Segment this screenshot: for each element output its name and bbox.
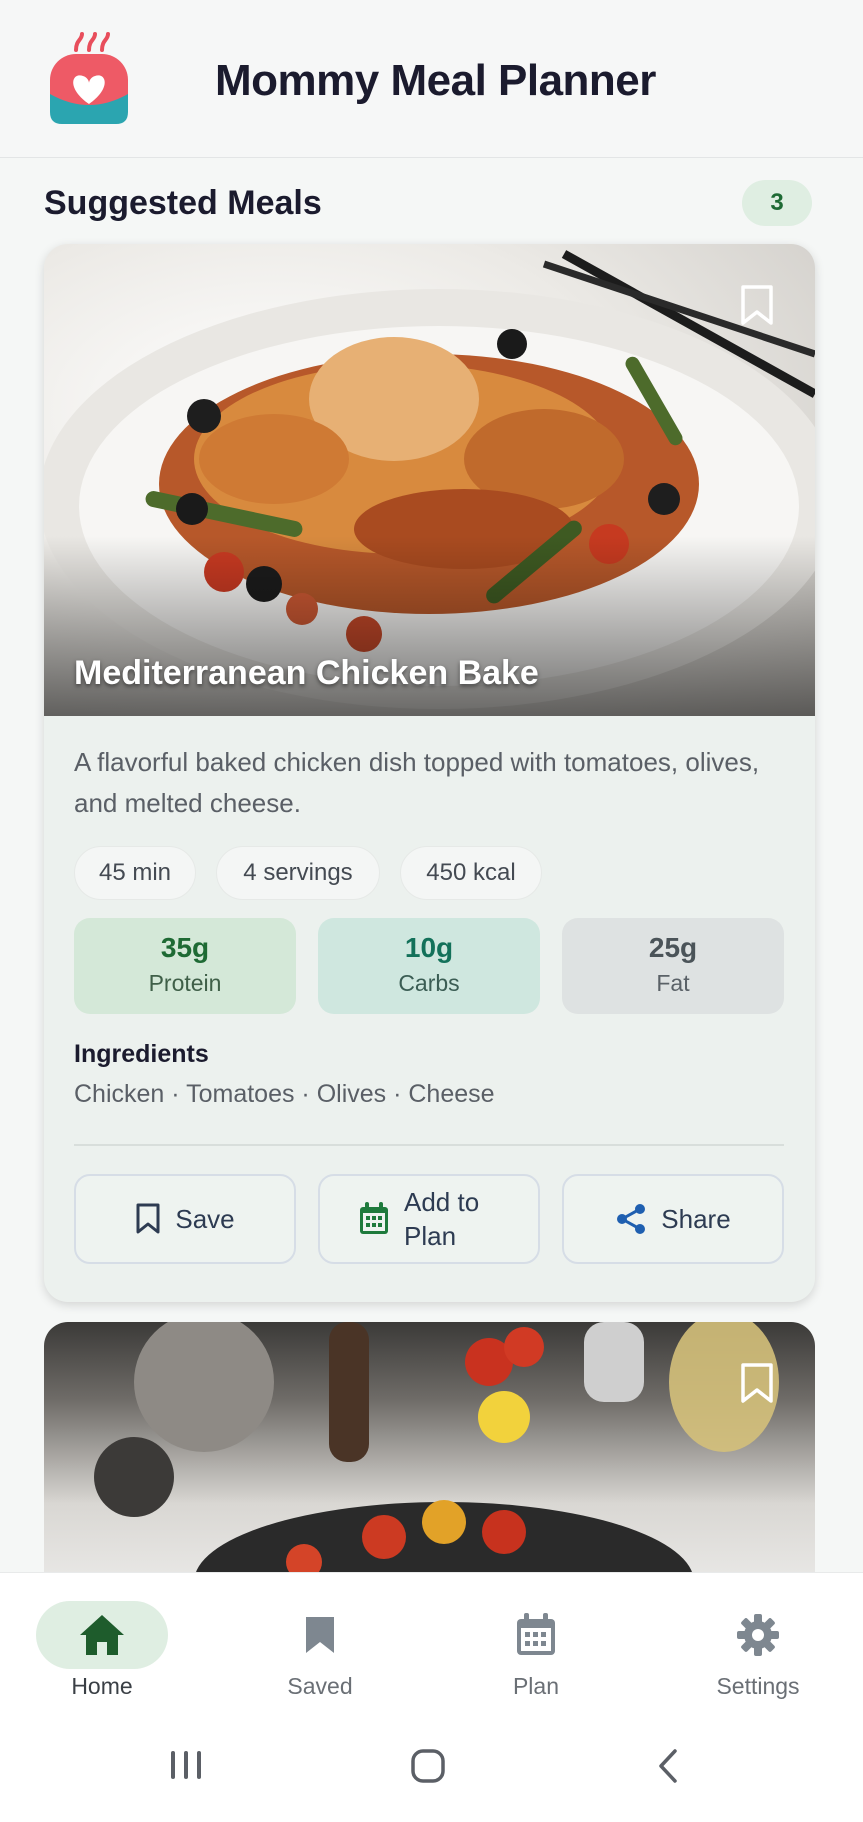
- app-title: Mommy Meal Planner: [215, 56, 656, 105]
- bookmark-icon: [306, 1617, 334, 1653]
- servings-chip: 4 servings: [216, 846, 380, 900]
- nav-item-settings[interactable]: Settings: [658, 1573, 858, 1723]
- nav-item-plan[interactable]: Plan: [436, 1573, 636, 1723]
- back-icon[interactable]: [656, 1748, 680, 1784]
- recent-apps-icon[interactable]: [168, 1748, 204, 1782]
- nav-label-settings: Settings: [716, 1673, 800, 1699]
- meal-count-badge: 3: [742, 180, 812, 226]
- nav-label-saved: Saved: [287, 1673, 353, 1699]
- add-to-plan-label: Add to Plan: [404, 1187, 480, 1251]
- time-chip: 45 min: [74, 846, 196, 900]
- nav-home-pill: [36, 1601, 168, 1669]
- home-system-icon[interactable]: [410, 1748, 446, 1784]
- meal-photo: [94, 1322, 779, 1582]
- app-header: Mommy Meal Planner: [0, 0, 863, 158]
- macro-fat-value: 25g: [648, 932, 698, 963]
- save-button[interactable]: Save: [74, 1174, 296, 1264]
- add-to-plan-button[interactable]: Add to Plan: [318, 1174, 540, 1264]
- macro-protein: 35g Protein: [74, 918, 296, 1014]
- ingredients-heading: Ingredients: [74, 1040, 209, 1068]
- meal-card[interactable]: Mediterranean Chicken Bake A flavorful b…: [44, 244, 815, 1302]
- macro-carbs-value: 10g: [404, 932, 454, 963]
- nav-label-home: Home: [71, 1673, 133, 1699]
- nav-label-plan: Plan: [512, 1673, 560, 1699]
- macro-carbs-label: Carbs: [398, 970, 460, 996]
- meal-title: Mediterranean Chicken Bake: [74, 654, 539, 692]
- gear-icon: [737, 1614, 779, 1656]
- calendar-icon: [517, 1613, 555, 1655]
- bookmark-outline-icon: [136, 1203, 160, 1234]
- heart-bowl-logo-icon: [50, 32, 128, 124]
- ingredients-list: Chicken · Tomatoes · Olives · Cheese: [74, 1080, 495, 1108]
- macro-fat: 25g Fat: [562, 918, 784, 1014]
- share-button-label: Share: [661, 1204, 731, 1234]
- bookmark-icon[interactable]: [739, 284, 775, 326]
- save-button-label: Save: [175, 1204, 235, 1234]
- meal-image: Mediterranean Chicken Bake: [44, 244, 815, 716]
- card-divider: [74, 1144, 784, 1146]
- calendar-icon: [360, 1202, 388, 1234]
- macro-fat-label: Fat: [656, 970, 690, 996]
- macro-protein-label: Protein: [148, 970, 222, 996]
- meal-card[interactable]: [44, 1322, 815, 1582]
- home-icon: [80, 1615, 124, 1655]
- meal-description: A flavorful baked chicken dish topped wi…: [74, 747, 760, 818]
- bookmark-icon[interactable]: [739, 1362, 775, 1404]
- share-icon: [617, 1204, 646, 1234]
- share-button[interactable]: Share: [562, 1174, 784, 1264]
- nav-item-saved[interactable]: Saved: [220, 1573, 420, 1723]
- bottom-nav: Home Saved Plan Settings: [0, 1572, 863, 1722]
- section-title: Suggested Meals: [44, 184, 322, 222]
- macro-protein-value: 35g: [160, 932, 210, 963]
- system-nav-bar: [0, 1722, 863, 1822]
- nav-item-home[interactable]: Home: [2, 1573, 202, 1723]
- calories-chip: 450 kcal: [400, 846, 542, 900]
- macro-carbs: 10g Carbs: [318, 918, 540, 1014]
